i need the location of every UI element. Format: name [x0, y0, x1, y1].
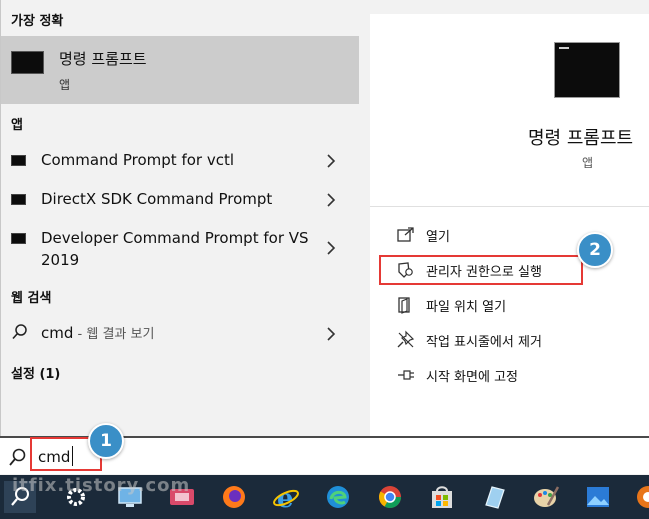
step-1-badge: 1 — [88, 423, 124, 459]
action-label: 시작 화면에 고정 — [426, 370, 518, 385]
app-result-label: Command Prompt for vctl — [41, 151, 235, 169]
chevron-right-icon[interactable] — [323, 238, 339, 258]
app-result-directx[interactable]: DirectX SDK Command Prompt — [1, 187, 359, 213]
search-icon — [12, 324, 27, 340]
svg-text:e: e — [277, 484, 294, 513]
cmd-app-icon — [11, 233, 26, 244]
unpin-icon — [397, 330, 415, 348]
cmd-app-icon — [11, 155, 26, 166]
firefox-icon[interactable] — [218, 481, 250, 513]
notes-icon[interactable] — [478, 481, 510, 513]
detail-title: 명령 프롬프트 — [528, 128, 634, 149]
paint-icon[interactable] — [530, 481, 562, 513]
best-match-subtitle: 앱 — [59, 78, 71, 92]
apps-header: 앱 — [11, 118, 23, 133]
app-result-vctl[interactable]: Command Prompt for vctl — [1, 148, 359, 174]
action-label: 열기 — [426, 230, 450, 245]
app-result-label: DirectX SDK Command Prompt — [41, 190, 273, 208]
chrome-icon[interactable] — [374, 481, 406, 513]
divider — [370, 206, 649, 207]
web-search-suffix: - 웹 결과 보기 — [73, 327, 155, 342]
cmd-large-icon — [554, 42, 620, 98]
web-search-header: 웹 검색 — [11, 291, 52, 306]
pin-icon — [398, 370, 414, 380]
action-label: 파일 위치 열기 — [426, 300, 507, 315]
action-unpin-taskbar[interactable]: 작업 표시줄에서 제거 — [396, 327, 636, 353]
edge-icon[interactable] — [322, 481, 354, 513]
office-icon[interactable] — [632, 481, 649, 513]
chevron-right-icon[interactable] — [323, 151, 339, 171]
action-open-file-location[interactable]: 파일 위치 열기 — [396, 292, 636, 318]
best-match-item[interactable]: 명령 프롬프트 앱 — [1, 36, 359, 104]
app-result-label: Developer Command Prompt for VS 2019 — [41, 229, 309, 269]
open-icon — [397, 227, 414, 242]
file-location-icon — [398, 297, 410, 314]
chevron-right-icon[interactable] — [323, 324, 339, 344]
action-pin-start[interactable]: 시작 화면에 고정 — [396, 362, 636, 388]
best-match-title: 명령 프롬프트 — [59, 50, 147, 68]
web-search-label: cmd - 웹 결과 보기 — [41, 323, 154, 342]
step-2-badge: 2 — [577, 232, 613, 268]
ie-icon[interactable]: e — [270, 481, 302, 514]
action-label: 작업 표시줄에서 제거 — [426, 335, 542, 350]
app-result-vs2019[interactable]: Developer Command Prompt for VS 2019 — [1, 226, 359, 274]
store-icon[interactable] — [426, 481, 458, 513]
chevron-right-icon[interactable] — [323, 190, 339, 210]
run-as-admin-highlight — [379, 255, 583, 285]
photos-icon[interactable] — [582, 481, 614, 513]
cmd-app-icon — [11, 51, 44, 74]
settings-header[interactable]: 설정 (1) — [11, 363, 60, 382]
web-search-query: cmd — [41, 324, 74, 342]
cmd-app-icon — [11, 194, 26, 205]
results-pane: 가장 정확 명령 프롬프트 앱 앱 Command Prompt for vct… — [0, 0, 359, 436]
detail-subtitle: 앱 — [582, 156, 594, 170]
best-match-header: 가장 정확 — [11, 14, 64, 29]
web-search-result[interactable]: cmd - 웹 결과 보기 — [1, 320, 359, 348]
detail-pane: 명령 프롬프트 앱 열기 관리자 권한으로 실행 파일 위치 열기 작업 표시줄… — [370, 14, 649, 436]
watermark: itfix.tistory.com — [12, 475, 191, 496]
search-icon — [9, 448, 26, 466]
